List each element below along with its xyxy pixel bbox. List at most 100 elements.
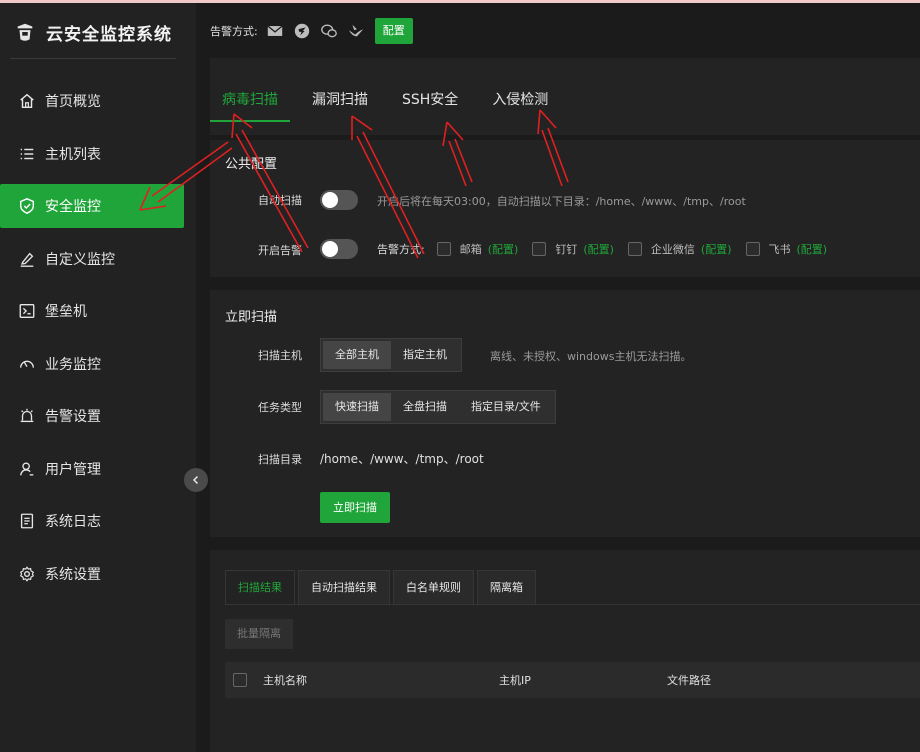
chevron-left-icon — [192, 475, 199, 485]
channel-label: 企业微信 — [650, 243, 695, 256]
tab-ssh-security[interactable]: SSH安全 — [390, 88, 470, 122]
wecom-checkbox[interactable] — [627, 242, 642, 256]
sidebar-item-label: 系统设置 — [45, 566, 101, 583]
specific-hosts-option[interactable]: 指定主机 — [391, 341, 459, 369]
alert-config-button[interactable]: 配置 — [374, 17, 413, 44]
channel-feishu: 飞书 (配置) — [745, 241, 828, 257]
result-tabs: 扫描结果 自动扫描结果 白名单规则 隔离箱 — [225, 570, 539, 605]
channel-email: 邮箱 (配置) — [436, 241, 519, 257]
sidebar-item-system-log[interactable]: 系统日志 — [0, 499, 184, 543]
channel-label: 飞书 — [768, 243, 791, 256]
results-table-header: 主机名称 主机IP 文件路径 — [225, 662, 920, 698]
enable-alert-label: 开启告警 — [258, 244, 302, 257]
alert-icons — [266, 22, 365, 40]
scan-dir-label: 扫描目录 — [258, 453, 302, 466]
sidebar-item-system-settings[interactable]: 系统设置 — [0, 552, 184, 596]
dingtalk-icon[interactable] — [293, 22, 311, 40]
user-icon — [20, 461, 34, 476]
auto-scan-label: 自动扫描 — [258, 194, 302, 207]
column-header: 文件路径 — [667, 674, 711, 687]
dingtalk-config-link[interactable]: (配置) — [583, 241, 614, 257]
wecom-config-link[interactable]: (配置) — [701, 241, 732, 257]
gear-icon — [19, 565, 35, 582]
edit-icon — [20, 252, 34, 267]
public-config-title: 公共配置 — [225, 157, 278, 172]
channel-wecom: 企业微信 (配置) — [627, 241, 732, 257]
logo-icon — [17, 23, 33, 41]
tab-quarantine[interactable]: 隔离箱 — [477, 570, 536, 605]
sidebar-item-security[interactable]: 安全监控 — [0, 184, 184, 228]
app-title: 云安全监控系统 — [46, 24, 172, 45]
batch-quarantine-button[interactable]: 批量隔离 — [225, 619, 293, 649]
scan-now-button[interactable]: 立即扫描 — [320, 492, 390, 523]
column-header: 主机名称 — [263, 674, 307, 687]
sidebar-item-alert-settings[interactable]: 告警设置 — [0, 394, 184, 438]
scan-now-title: 立即扫描 — [225, 310, 278, 325]
enable-alert-toggle[interactable] — [320, 239, 358, 259]
all-hosts-option[interactable]: 全部主机 — [323, 341, 391, 369]
feishu-icon[interactable] — [347, 22, 365, 40]
sidebar-item-label: 首页概览 — [45, 94, 101, 110]
tab-auto-scan-results[interactable]: 自动扫描结果 — [298, 570, 390, 605]
result-tabs-divider — [225, 604, 920, 605]
select-all-checkbox[interactable] — [233, 673, 247, 687]
mail-icon[interactable] — [266, 22, 284, 40]
channel-label: 邮箱 — [459, 243, 482, 256]
sidebar-item-custom-monitor[interactable]: 自定义监控 — [0, 237, 184, 281]
terminal-icon — [19, 304, 35, 318]
tab-intrusion-detection[interactable]: 入侵检测 — [480, 88, 560, 122]
alert-method-label: 告警方式: — [210, 24, 258, 38]
sidebar-item-label: 主机列表 — [45, 146, 101, 163]
sidebar-item-users[interactable]: 用户管理 — [0, 447, 184, 491]
email-checkbox[interactable] — [436, 242, 451, 256]
security-tabs: 病毒扫描 漏洞扫描 SSH安全 入侵检测 — [210, 88, 570, 122]
tab-virus-scan[interactable]: 病毒扫描 — [210, 88, 290, 122]
email-config-link[interactable]: (配置) — [488, 241, 519, 257]
sidebar-item-hosts[interactable]: 主机列表 — [0, 132, 184, 176]
alarm-icon — [20, 408, 34, 423]
feishu-config-link[interactable]: (配置) — [797, 241, 828, 257]
home-icon — [20, 93, 34, 109]
auto-scan-toggle[interactable] — [320, 190, 358, 210]
sidebar-item-label: 系统日志 — [45, 514, 101, 530]
alert-method-label: 告警方式: — [377, 243, 425, 256]
sidebar-collapse-button[interactable] — [184, 468, 208, 492]
sidebar-item-bastion[interactable]: 堡垒机 — [0, 289, 184, 333]
log-icon — [20, 513, 34, 529]
tab-scan-results[interactable]: 扫描结果 — [225, 570, 295, 605]
quick-scan-option[interactable]: 快速扫描 — [323, 393, 391, 421]
task-type-selector: 快速扫描 全盘扫描 指定目录/文件 — [320, 390, 556, 424]
channel-dingtalk: 钉钉 (配置) — [532, 241, 614, 257]
auto-scan-hint: 开启后将在每天03:00，自动扫描以下目录：/home、/www、/tmp、/r… — [377, 195, 746, 208]
task-type-label: 任务类型 — [258, 401, 302, 414]
results-card: 扫描结果 自动扫描结果 白名单规则 隔离箱 批量隔离 主机名称 主机IP 文件路… — [210, 550, 920, 752]
shield-icon — [19, 198, 35, 214]
main-content: 病毒扫描 漏洞扫描 SSH安全 入侵检测 公共配置 自动扫描 开启后将在每天03… — [196, 58, 920, 752]
public-config-card: 公共配置 自动扫描 开启后将在每天03:00，自动扫描以下目录：/home、/w… — [210, 140, 920, 277]
tabs-card: 病毒扫描 漏洞扫描 SSH安全 入侵检测 — [210, 58, 920, 135]
tab-whitelist-rules[interactable]: 白名单规则 — [393, 570, 474, 605]
column-header: 主机IP — [499, 674, 531, 687]
brand-divider — [10, 58, 176, 59]
channel-label: 钉钉 — [555, 243, 578, 256]
dingtalk-checkbox[interactable] — [532, 242, 547, 256]
list-icon — [20, 148, 34, 159]
sidebar-item-label: 堡垒机 — [45, 304, 87, 320]
sidebar-item-home[interactable]: 首页概览 — [0, 79, 184, 123]
gauge-icon — [20, 360, 34, 368]
sidebar: 云安全监控系统 首页概览 主机列表 安全监控 自定义监控 堡垒机 业务监控 告警… — [0, 3, 196, 752]
custom-path-option[interactable]: 指定目录/文件 — [459, 393, 553, 421]
alert-bar: 告警方式: 配置 — [196, 3, 920, 58]
wechat-icon[interactable] — [320, 22, 338, 40]
sidebar-item-business-monitor[interactable]: 业务监控 — [0, 342, 184, 386]
scan-now-card: 立即扫描 扫描主机 全部主机 指定主机 离线、未授权、windows主机无法扫描… — [210, 290, 920, 537]
scan-host-selector: 全部主机 指定主机 — [320, 338, 462, 372]
scan-host-label: 扫描主机 — [258, 349, 302, 362]
full-scan-option[interactable]: 全盘扫描 — [391, 393, 459, 421]
tab-vulnerability-scan[interactable]: 漏洞扫描 — [300, 88, 380, 122]
sidebar-item-label: 安全监控 — [45, 199, 101, 215]
sidebar-item-label: 业务监控 — [45, 356, 101, 373]
sidebar-item-label: 用户管理 — [45, 461, 101, 478]
feishu-checkbox[interactable] — [745, 242, 760, 256]
sidebar-item-label: 告警设置 — [45, 409, 101, 425]
